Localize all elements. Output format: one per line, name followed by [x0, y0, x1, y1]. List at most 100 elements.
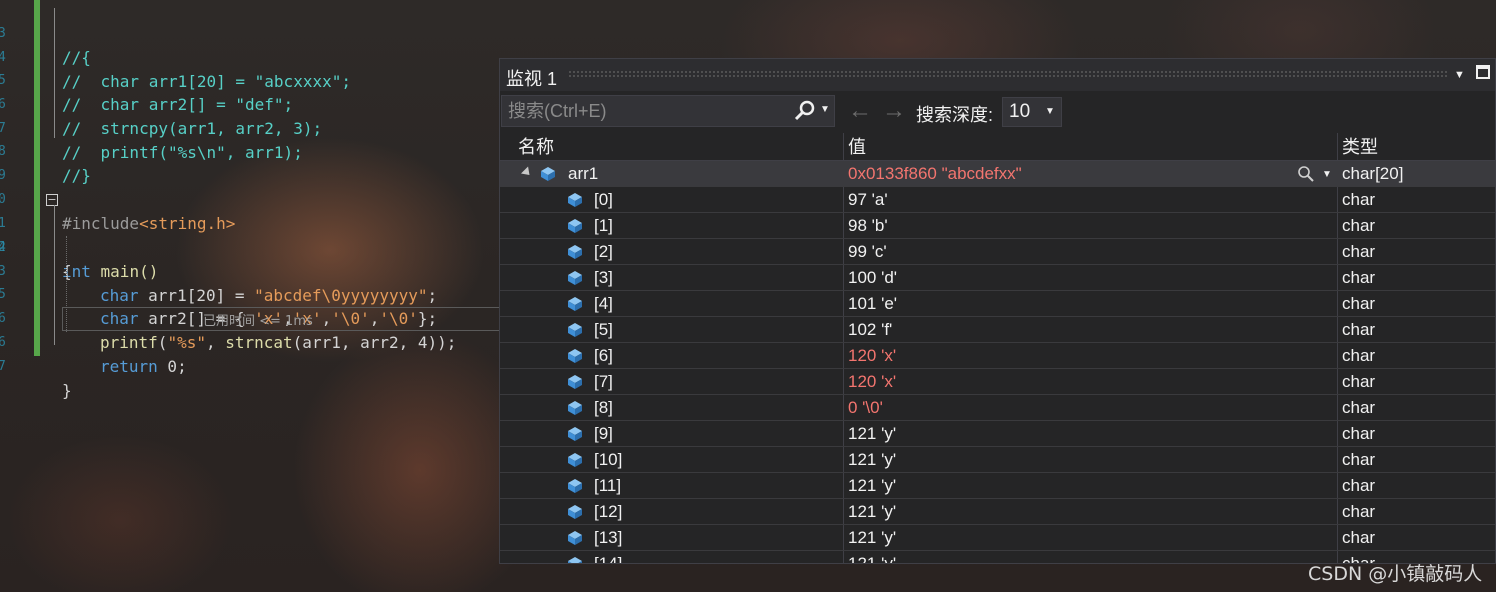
line-number: 7 — [0, 359, 6, 374]
search-forward-arrow-icon[interactable]: → — [882, 97, 906, 125]
code-line[interactable]: 5 // char arr2[] = "def"; — [0, 45, 500, 114]
watch-row[interactable]: [13] 121 'y' char — [500, 525, 1495, 551]
search-options-dropdown-icon[interactable]: ▼ — [820, 104, 830, 115]
watch-value[interactable]: 98 'b' — [848, 213, 888, 239]
watch-row[interactable]: [6] 120 'x' char — [500, 343, 1495, 369]
window-menu-dropdown-icon[interactable]: ▼ — [1454, 69, 1465, 81]
search-back-arrow-icon[interactable]: ← — [848, 97, 872, 125]
watch-name: [10] — [594, 450, 623, 469]
watch-row[interactable]: [10] 121 'y' char — [500, 447, 1495, 473]
code-line[interactable]: 4 char arr1[20] = "abcdef\0yyyyyyyy"; — [0, 236, 500, 305]
watch-window[interactable]: 监视 1 ▼ ▼ ← → 搜索深度: 10 ▼ 名称 值 类型 arr1 0x01… — [499, 58, 1496, 564]
collapse-toggle[interactable]: − — [46, 194, 58, 206]
search-depth-select[interactable]: 10 ▼ — [1002, 97, 1062, 127]
watch-row[interactable]: [0] 97 'a' char — [500, 187, 1495, 213]
watch-value[interactable]: 99 'c' — [848, 239, 887, 265]
search-icon[interactable] — [794, 100, 816, 122]
watch-name: [2] — [594, 242, 613, 261]
watch-row[interactable]: [5] 102 'f' char — [500, 317, 1495, 343]
array-element-icon — [567, 504, 583, 520]
watch-row[interactable]: [4] 101 'e' char — [500, 291, 1495, 317]
watch-type: char — [1342, 424, 1376, 443]
column-header-type[interactable]: 类型 — [1342, 133, 1378, 161]
scope-guide — [54, 8, 55, 138]
watch-type: char — [1342, 268, 1376, 287]
watch-value[interactable]: 100 'd' — [848, 265, 897, 291]
code-editor[interactable]: 3 //{ 4 // char arr1[20] = "abcxxxx"; 5 … — [0, 0, 500, 592]
column-header-name[interactable]: 名称 — [518, 133, 554, 161]
watch-value[interactable]: 121 'y' — [848, 551, 896, 563]
watch-grid-header: 名称 值 类型 — [500, 133, 1495, 161]
watch-value[interactable]: 121 'y' — [848, 473, 896, 499]
array-element-icon — [567, 426, 583, 442]
column-header-value[interactable]: 值 — [848, 133, 866, 161]
chevron-down-icon: ▼ — [1045, 106, 1055, 117]
code-line[interactable]: 6 // strncpy(arr1, arr2, 3); — [0, 69, 500, 138]
collapse-triangle-icon[interactable] — [520, 166, 534, 179]
code-line[interactable]: 8 //} — [0, 116, 500, 185]
watch-search-input[interactable] — [508, 100, 788, 122]
watch-name: [3] — [594, 268, 613, 287]
watch-type: char — [1342, 398, 1376, 417]
code-line[interactable]: 3 //{ — [0, 0, 500, 67]
array-element-icon — [567, 478, 583, 494]
array-element-icon — [567, 556, 583, 563]
watch-value[interactable]: 0x0133f860 "abcdefxx" — [848, 161, 1022, 187]
code-line[interactable]: 0 #include<string.h> — [0, 164, 500, 233]
watch-value[interactable]: 121 'y' — [848, 421, 896, 447]
watch-value[interactable]: 121 'y' — [848, 499, 896, 525]
watch-type: char — [1342, 216, 1376, 235]
watch-value[interactable]: 120 'x' — [848, 369, 896, 395]
watch-row[interactable]: [11] 121 'y' char — [500, 473, 1495, 499]
watch-type: char — [1342, 320, 1376, 339]
watch-name: [5] — [594, 320, 613, 339]
watch-name: [12] — [594, 502, 623, 521]
watch-name: [0] — [594, 190, 613, 209]
watch-row[interactable]: [8] 0 '\0' char — [500, 395, 1495, 421]
watch-row[interactable]: [7] 120 'x' char — [500, 369, 1495, 395]
code-line[interactable]: 1 − int main() — [0, 188, 500, 281]
watch-value[interactable]: 121 'y' — [848, 525, 896, 551]
watch-value[interactable]: 101 'e' — [848, 291, 897, 317]
code-line[interactable]: 6 printf("%s", strncat(arr1, arr2, 4)); — [0, 283, 500, 352]
watch-value[interactable]: 97 'a' — [848, 187, 888, 213]
array-element-icon — [567, 192, 583, 208]
code-line[interactable]: 2 { — [0, 212, 500, 281]
watch-name: [11] — [594, 476, 622, 495]
code-line[interactable]: 7 } — [0, 331, 500, 400]
array-element-icon — [567, 218, 583, 234]
code-line[interactable]: 4 // char arr1[20] = "abcxxxx"; — [0, 22, 500, 91]
watch-titlebar[interactable]: 监视 1 ▼ — [500, 59, 1495, 91]
search-depth-label: 搜索深度: — [916, 105, 994, 125]
watch-name: [8] — [594, 398, 613, 417]
watch-row[interactable]: [9] 121 'y' char — [500, 421, 1495, 447]
array-element-icon — [567, 244, 583, 260]
watch-value[interactable]: 0 '\0' — [848, 395, 883, 421]
code-line[interactable]: 5 char arr2[] = { 'x','x','\0','\0'}; — [0, 259, 500, 328]
visualizer-dropdown-icon[interactable]: ▼ — [1322, 169, 1332, 180]
variable-icon — [540, 166, 556, 182]
maximize-icon[interactable] — [1476, 65, 1490, 82]
watch-row[interactable]: [2] 99 'c' char — [500, 239, 1495, 265]
watch-value[interactable]: 121 'y' — [848, 447, 896, 473]
indent-guide — [66, 236, 67, 332]
array-element-icon — [567, 530, 583, 546]
array-element-icon — [567, 374, 583, 390]
array-element-icon — [567, 400, 583, 416]
code-line[interactable]: 7 // printf("%s\n", arr1); — [0, 93, 500, 162]
watch-type: char — [1342, 450, 1376, 469]
titlebar-grip[interactable] — [568, 70, 1447, 78]
watch-row[interactable]: [3] 100 'd' char — [500, 265, 1495, 291]
watch-row[interactable]: [1] 98 'b' char — [500, 213, 1495, 239]
watch-row-root[interactable]: arr1 0x0133f860 "abcdefxx" ▼ char[20] — [500, 161, 1495, 187]
watch-search-box[interactable]: ▼ — [501, 95, 835, 127]
watch-name: [1] — [594, 216, 613, 235]
watch-value[interactable]: 120 'x' — [848, 343, 896, 369]
text-visualizer-magnifier-icon[interactable] — [1297, 165, 1315, 183]
array-element-icon — [567, 296, 583, 312]
watch-value[interactable]: 102 'f' — [848, 317, 892, 343]
watch-type: char[20] — [1342, 164, 1404, 183]
code-line[interactable]: 9 — [0, 140, 500, 183]
watch-name: [14] — [594, 554, 623, 564]
watch-row[interactable]: [12] 121 'y' char — [500, 499, 1495, 525]
